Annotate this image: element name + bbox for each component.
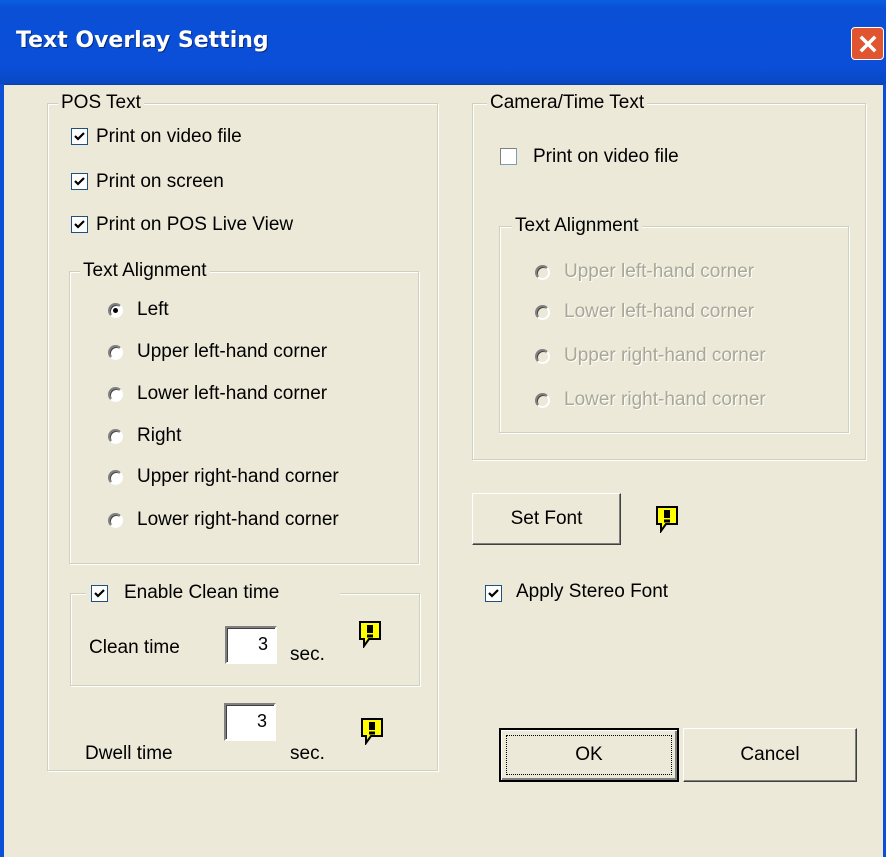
align-upper-left-label: Upper left-hand corner <box>137 341 328 362</box>
set-font-button[interactable]: Set Font <box>472 493 621 545</box>
camera-align-upper-right-radio[interactable] <box>535 349 550 364</box>
align-lower-right-label: Lower right-hand corner <box>137 509 339 530</box>
pos-print-video-label: Print on video file <box>96 126 242 147</box>
align-upper-right-radio[interactable] <box>108 470 123 485</box>
close-icon <box>859 35 876 52</box>
camera-align-upper-left-label: Upper left-hand corner <box>564 261 755 282</box>
pos-print-live-checkbox[interactable] <box>71 216 88 233</box>
pos-print-live-label: Print on POS Live View <box>96 214 294 235</box>
cancel-button[interactable]: Cancel <box>683 728 857 782</box>
ok-button[interactable]: OK <box>499 728 679 782</box>
pos-text-legend: POS Text <box>58 91 144 115</box>
apply-stereo-font-label: Apply Stereo Font <box>516 581 669 602</box>
enable-clean-time-label: Enable Clean time <box>124 582 280 603</box>
align-right-label: Right <box>137 425 182 446</box>
camera-print-video-label: Print on video file <box>533 146 679 167</box>
pos-print-screen-checkbox[interactable] <box>71 173 88 190</box>
checkmark-icon <box>74 132 85 141</box>
align-left-radio[interactable] <box>108 303 123 318</box>
align-lower-right-radio[interactable] <box>108 513 123 528</box>
checkmark-icon <box>94 589 105 598</box>
camera-align-lower-left-label: Lower left-hand corner <box>564 301 755 322</box>
title-bar[interactable]: Text Overlay Setting <box>0 0 886 85</box>
pos-alignment-legend: Text Alignment <box>80 259 210 283</box>
close-button[interactable] <box>851 27 884 60</box>
checkmark-icon <box>488 589 499 598</box>
camera-align-lower-left-radio[interactable] <box>535 305 550 320</box>
window-border-left <box>0 84 4 857</box>
align-right-radio[interactable] <box>108 429 123 444</box>
apply-stereo-font-checkbox[interactable] <box>485 585 502 602</box>
dwell-time-input[interactable]: 3 <box>224 703 276 741</box>
camera-align-lower-right-radio[interactable] <box>535 393 550 408</box>
align-upper-right-label: Upper right-hand corner <box>137 466 339 487</box>
align-upper-left-radio[interactable] <box>108 345 123 360</box>
pos-print-video-checkbox[interactable] <box>71 128 88 145</box>
camera-text-legend: Camera/Time Text <box>487 91 648 115</box>
camera-align-upper-left-radio[interactable] <box>535 265 550 280</box>
clean-time-input[interactable]: 3 <box>225 626 277 664</box>
cancel-label: Cancel <box>740 744 800 765</box>
clean-time-label: Clean time <box>89 637 180 658</box>
align-lower-left-radio[interactable] <box>108 387 123 402</box>
align-lower-left-label: Lower left-hand corner <box>137 383 328 404</box>
checkmark-icon <box>74 220 85 229</box>
align-left-label: Left <box>137 299 169 320</box>
warning-info-icon[interactable] <box>655 505 679 535</box>
pos-print-screen-label: Print on screen <box>96 171 224 192</box>
warning-info-icon[interactable] <box>358 620 382 650</box>
clean-time-unit: sec. <box>290 644 325 665</box>
camera-print-video-checkbox[interactable] <box>500 148 517 165</box>
camera-align-lower-right-label: Lower right-hand corner <box>564 389 766 410</box>
warning-info-icon[interactable] <box>360 717 384 747</box>
camera-align-upper-right-label: Upper right-hand corner <box>564 345 766 366</box>
dwell-time-unit: sec. <box>290 743 325 764</box>
window-title: Text Overlay Setting <box>16 28 269 53</box>
camera-alignment-legend: Text Alignment <box>512 214 642 238</box>
enable-clean-time-checkbox[interactable] <box>91 585 108 602</box>
set-font-label: Set Font <box>510 508 583 529</box>
dwell-time-label: Dwell time <box>85 743 173 764</box>
ok-focus-ring <box>506 735 672 775</box>
checkmark-icon <box>74 177 85 186</box>
